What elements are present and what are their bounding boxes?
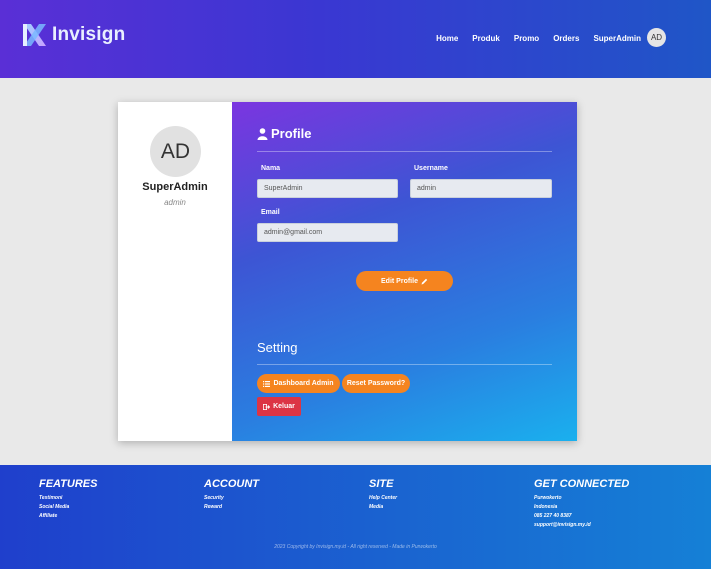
- nav-produk-link[interactable]: Produk: [472, 34, 500, 43]
- setting-heading: Setting: [257, 340, 297, 355]
- footer-link-help-center[interactable]: Help Center: [369, 494, 397, 503]
- setting-divider: [257, 364, 552, 365]
- footer-heading: GET CONNECTED: [534, 478, 630, 490]
- footer-link-testimoni[interactable]: Testimoni: [39, 494, 97, 503]
- footer-link-media[interactable]: Media: [369, 503, 397, 512]
- site-footer: FEATURES Testimoni Social Media Affiliat…: [0, 465, 711, 569]
- footer-phone[interactable]: 085 227 40 8387: [534, 512, 629, 521]
- footer-email[interactable]: support@invisign.my.id: [534, 521, 629, 530]
- footer-country: Indonesia: [534, 504, 558, 510]
- logout-button[interactable]: Keluar: [257, 397, 301, 416]
- nav-promo-link[interactable]: Promo: [514, 34, 539, 43]
- footer-copyright: 2023 Copyright by Invisign.my.id - All r…: [274, 544, 437, 550]
- reset-password-button[interactable]: Reset Password?: [342, 374, 410, 393]
- brand-logo[interactable]: Invisign: [22, 22, 125, 48]
- user-icon: [257, 127, 268, 140]
- edit-profile-label: Edit Profile: [381, 277, 418, 285]
- nav-user-name[interactable]: SuperAdmin: [593, 34, 641, 43]
- list-icon: [263, 380, 271, 387]
- profile-role: admin: [164, 198, 186, 207]
- profile-display-name: SuperAdmin: [142, 181, 208, 193]
- footer-heading: SITE: [369, 478, 394, 490]
- footer-city: Purwokerto: [534, 495, 562, 501]
- logout-label: Keluar: [273, 403, 295, 410]
- edit-profile-button[interactable]: Edit Profile: [356, 271, 453, 291]
- profile-panel: Profile Nama SuperAdmin Username admin E…: [232, 102, 577, 441]
- footer-col-features: FEATURES Testimoni Social Media Affiliat…: [39, 478, 97, 521]
- dashboard-admin-label: Dashboard Admin: [273, 380, 334, 387]
- footer-link-social-media[interactable]: Social Media: [39, 503, 97, 512]
- username-field[interactable]: admin: [410, 179, 552, 198]
- footer-col-site: SITE Help Center Media: [369, 478, 397, 512]
- profile-heading: Profile: [257, 126, 311, 141]
- invisign-logo-icon: [23, 24, 46, 46]
- profile-avatar: AD: [150, 126, 201, 177]
- sign-out-icon: [263, 403, 271, 410]
- email-label: Email: [261, 209, 280, 216]
- profile-divider: [257, 151, 552, 152]
- nav-home-link[interactable]: Home: [436, 34, 458, 43]
- footer-heading: ACCOUNT: [204, 478, 259, 490]
- footer-link-security[interactable]: Security: [204, 494, 259, 503]
- footer-col-account: ACCOUNT Security Reward: [204, 478, 259, 512]
- pencil-icon: [421, 278, 428, 284]
- footer-link-affiliate[interactable]: Affiliate: [39, 512, 97, 521]
- user-avatar[interactable]: AD: [647, 28, 666, 47]
- email-field[interactable]: admin@gmail.com: [257, 223, 398, 242]
- nama-label: Nama: [261, 165, 281, 172]
- top-navbar: Invisign Home Produk Promo Orders SuperA…: [0, 0, 711, 78]
- footer-col-get-connected: GET CONNECTED Purwokerto Indonesia 085 2…: [534, 478, 629, 530]
- setting-title: Setting: [257, 340, 298, 355]
- profile-sidebar: AD SuperAdmin admin: [118, 102, 232, 441]
- dashboard-admin-button[interactable]: Dashboard Admin: [257, 374, 340, 393]
- nav-orders-link[interactable]: Orders: [553, 34, 579, 43]
- profile-card: AD SuperAdmin admin Profile Nama SuperAd…: [118, 102, 577, 441]
- brand-name: Invisign: [52, 24, 126, 45]
- username-label: Username: [414, 165, 448, 172]
- footer-heading: FEATURES: [39, 478, 98, 490]
- main-nav: Home Produk Promo Orders SuperAdmin AD: [436, 28, 666, 47]
- profile-title: Profile: [271, 126, 312, 141]
- nama-field[interactable]: SuperAdmin: [257, 179, 398, 198]
- footer-link-reward[interactable]: Reward: [204, 503, 259, 512]
